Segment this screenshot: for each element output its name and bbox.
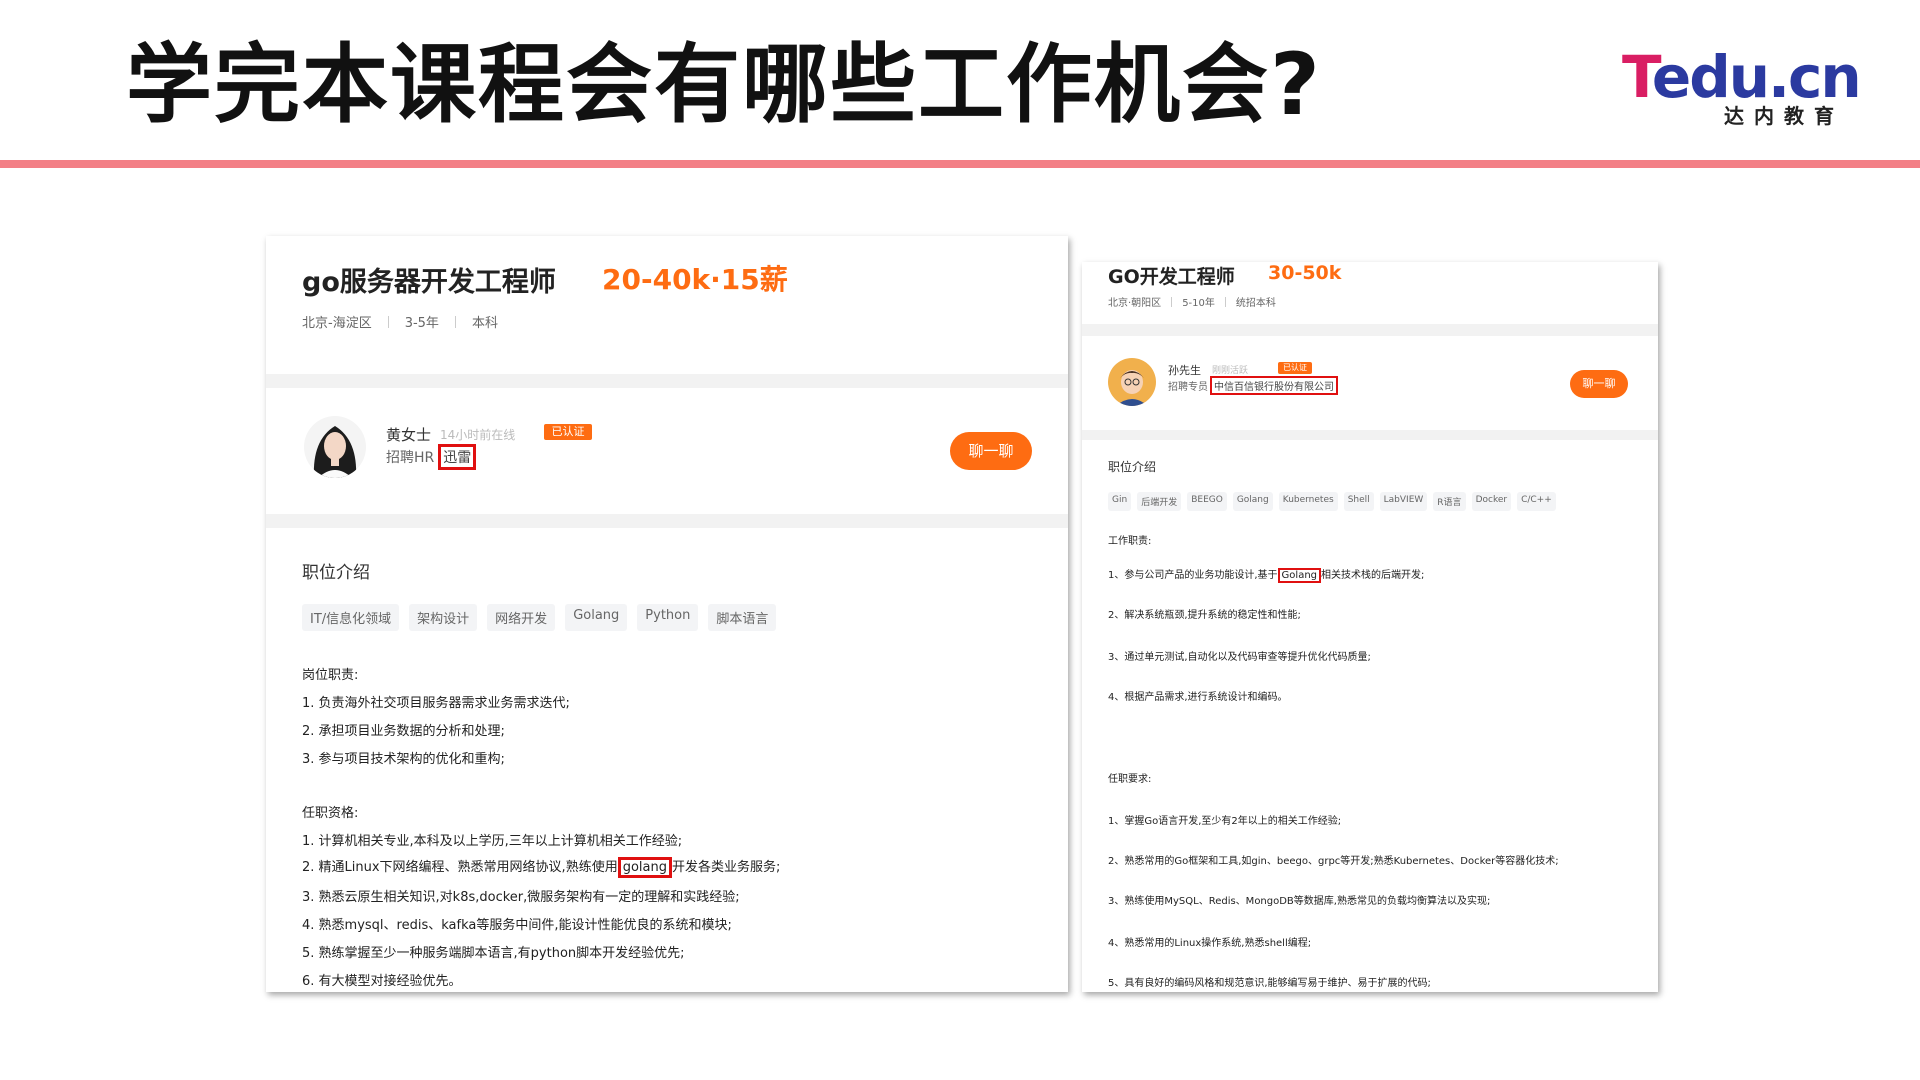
verified-badge: 已认证 bbox=[1278, 362, 1312, 374]
job-title: go服务器开发工程师 bbox=[302, 267, 556, 298]
logo-subtitle: 达内教育 bbox=[1724, 104, 1844, 128]
duties-title: 工作职责: bbox=[1108, 536, 1152, 547]
job-experience: 5-10年 bbox=[1182, 298, 1215, 309]
recruiter-role: 招聘专员 bbox=[1168, 382, 1208, 393]
job-salary: 30-50k bbox=[1268, 262, 1342, 284]
qual-line: 3. 熟悉云原生相关知识,对k8s,docker,微服务架构有一定的理解和实践经… bbox=[302, 890, 740, 905]
recruiter-online-status: 刚刚活跃 bbox=[1212, 366, 1249, 376]
recruiter-name: 黄女士 bbox=[386, 426, 432, 444]
reqs-title: 任职要求: bbox=[1108, 774, 1152, 785]
tedu-logo: Tedu.cn 达内教育 bbox=[1622, 48, 1862, 128]
job-meta: 北京·朝阳区 5-10年 统招本科 bbox=[1108, 294, 1276, 309]
recruiter-company[interactable]: 迅雷 bbox=[438, 444, 477, 470]
skill-tag[interactable]: R语言 bbox=[1433, 492, 1466, 511]
job-experience: 3-5年 bbox=[404, 316, 439, 331]
job-location: 北京-海淀区 bbox=[302, 316, 372, 331]
req-line: 1、掌握Go语言开发,至少有2年以上的相关工作经验; bbox=[1108, 816, 1342, 827]
duties-title: 岗位职责: bbox=[302, 668, 359, 683]
skill-tag[interactable]: Gin bbox=[1108, 492, 1132, 511]
job-card-right: GO开发工程师 30-50k 北京·朝阳区 5-10年 统招本科 孙先生 刚刚活… bbox=[1082, 262, 1658, 992]
duty-line: 1. 负责海外社交项目服务器需求业务需求迭代; bbox=[302, 696, 570, 711]
meta-separator bbox=[454, 315, 456, 328]
req-line: 3、熟练使用MySQL、Redis、MongoDB等数据库,熟悉常见的负载均衡算… bbox=[1108, 896, 1491, 907]
skill-tag[interactable]: 脚本语言 bbox=[708, 604, 777, 631]
chat-button[interactable]: 聊一聊 bbox=[950, 432, 1032, 470]
job-location: 北京·朝阳区 bbox=[1108, 298, 1162, 309]
req-line: 2、熟悉常用的Go框架和工具,如gin、beego、grpc等开发;熟悉Kube… bbox=[1108, 856, 1559, 867]
duty-line: 2. 承担项目业务数据的分析和处理; bbox=[302, 724, 505, 739]
golang-highlight: golang bbox=[617, 857, 672, 878]
skill-tag[interactable]: 架构设计 bbox=[409, 604, 478, 631]
header-divider bbox=[0, 160, 1920, 168]
skill-tag[interactable]: Golang bbox=[1232, 492, 1273, 511]
job-education: 统招本科 bbox=[1235, 298, 1276, 309]
golang-highlight: Golang bbox=[1277, 568, 1322, 583]
qual-line-highlighted: 2. 精通Linux下网络编程、熟悉常用网络协议,熟练使用 golang 开发各类业… bbox=[302, 856, 781, 878]
recruiter-avatar bbox=[1108, 358, 1156, 406]
verified-badge: 已认证 bbox=[544, 424, 592, 440]
recruiter-role: 招聘HR bbox=[386, 450, 435, 466]
skill-tag[interactable]: Kubernetes bbox=[1278, 492, 1338, 511]
job-meta: 北京-海淀区 3-5年 本科 bbox=[302, 312, 498, 331]
section-gap bbox=[1082, 430, 1658, 440]
section-title: 职位介绍 bbox=[1108, 460, 1157, 474]
qual-line: 4. 熟悉mysql、redis、kafka等服务中间件,能设计性能优良的系统和… bbox=[302, 918, 732, 933]
skill-tag[interactable]: IT/信息化领域 bbox=[302, 604, 400, 631]
meta-separator bbox=[387, 315, 389, 328]
duty-text: 相关技术栈的后端开发; bbox=[1321, 570, 1425, 581]
qual-line: 5. 熟练掌握至少一种服务端脚本语言,有python脚本开发经验优先; bbox=[302, 946, 685, 961]
section-gap bbox=[266, 514, 1068, 528]
job-salary: 20-40k·15薪 bbox=[602, 263, 788, 296]
quals-title: 任职资格: bbox=[302, 806, 359, 821]
skill-tags: IT/信息化领域 架构设计 网络开发 Golang Python 脚本语言 bbox=[302, 604, 786, 631]
recruiter-company[interactable]: 中信百信银行股份有限公司 bbox=[1210, 376, 1338, 395]
recruiter-avatar bbox=[304, 416, 366, 478]
recruiter-online-status: 14小时前在线 bbox=[440, 428, 516, 442]
recruiter-role-line: 招聘HR 迅雷 bbox=[386, 444, 477, 470]
skill-tag[interactable]: 后端开发 bbox=[1137, 492, 1182, 511]
req-line: 4、熟悉常用的Linux操作系统,熟悉shell编程; bbox=[1108, 938, 1312, 949]
skill-tag[interactable]: BEEGO bbox=[1187, 492, 1227, 511]
section-gap bbox=[266, 374, 1068, 388]
section-gap bbox=[1082, 324, 1658, 336]
duty-text: 1、参与公司产品的业务功能设计,基于 bbox=[1108, 570, 1278, 581]
chat-button[interactable]: 聊一聊 bbox=[1570, 370, 1628, 398]
duty-line: 4、根据产品需求,进行系统设计和编码。 bbox=[1108, 692, 1288, 703]
skill-tag[interactable]: Shell bbox=[1343, 492, 1374, 511]
qual-line: 6. 有大模型对接经验优先。 bbox=[302, 974, 462, 989]
job-title: GO开发工程师 bbox=[1108, 266, 1235, 288]
qual-text: 开发各类业务服务; bbox=[671, 860, 781, 875]
job-education: 本科 bbox=[471, 316, 498, 331]
duty-line: 3. 参与项目技术架构的优化和重构; bbox=[302, 752, 505, 767]
meta-separator bbox=[1224, 296, 1226, 307]
skill-tag[interactable]: LabVIEW bbox=[1379, 492, 1428, 511]
recruiter-role-line: 招聘专员 中信百信银行股份有限公司 bbox=[1168, 376, 1338, 395]
skill-tag[interactable]: Golang bbox=[565, 604, 628, 631]
logo-brand-first: T bbox=[1622, 43, 1654, 111]
duty-line: 2、解决系统瓶颈,提升系统的稳定性和性能; bbox=[1108, 610, 1301, 621]
skill-tag[interactable]: Python bbox=[637, 604, 699, 631]
section-title: 职位介绍 bbox=[302, 563, 370, 583]
skill-tag[interactable]: Docker bbox=[1471, 492, 1512, 511]
skill-tag[interactable]: C/C++ bbox=[1517, 492, 1556, 511]
duty-line-highlighted: 1、参与公司产品的业务功能设计,基于 Golang 相关技术栈的后端开发; bbox=[1108, 566, 1425, 583]
slide-title: 学完本课程会有哪些工作机会? bbox=[126, 35, 1322, 135]
skill-tags: Gin 后端开发 BEEGO Golang Kubernetes Shell L… bbox=[1108, 492, 1562, 511]
duty-line: 3、通过单元测试,自动化以及代码审查等提升优化代码质量; bbox=[1108, 652, 1371, 663]
skill-tag[interactable]: 网络开发 bbox=[487, 604, 556, 631]
qual-text: 2. 精通Linux下网络编程、熟悉常用网络协议,熟练使用 bbox=[302, 860, 618, 875]
req-line: 5、具有良好的编码风格和规范意识,能够编写易于维护、易于扩展的代码; bbox=[1108, 978, 1431, 989]
job-card-left: go服务器开发工程师 20-40k·15薪 北京-海淀区 3-5年 本科 黄女士… bbox=[266, 236, 1068, 992]
meta-separator bbox=[1171, 296, 1173, 307]
qual-line: 1. 计算机相关专业,本科及以上学历,三年以上计算机相关工作经验; bbox=[302, 834, 683, 849]
